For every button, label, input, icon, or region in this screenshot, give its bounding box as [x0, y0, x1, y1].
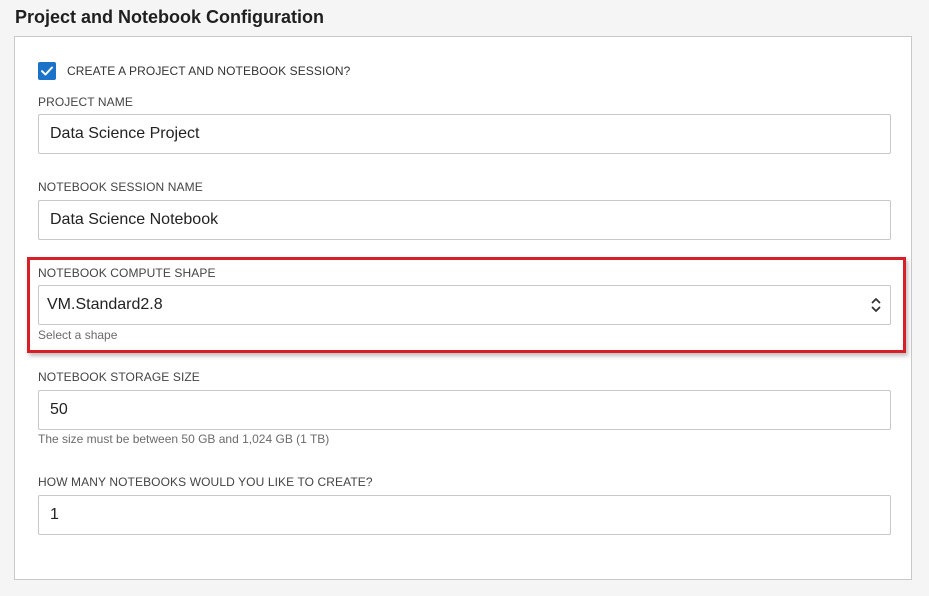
compute-shape-helper: Select a shape: [38, 328, 118, 342]
notebook-session-name-input[interactable]: [38, 200, 891, 240]
storage-size-input[interactable]: [38, 390, 891, 430]
project-name-label: PROJECT NAME: [38, 95, 133, 109]
chevron-up-down-icon: [870, 294, 882, 316]
create-session-checkbox[interactable]: [38, 62, 56, 80]
storage-size-label: NOTEBOOK STORAGE SIZE: [38, 370, 200, 384]
compute-shape-select[interactable]: VM.Standard2.8: [38, 285, 891, 325]
compute-shape-value: VM.Standard2.8: [47, 296, 163, 313]
create-session-label: CREATE A PROJECT AND NOTEBOOK SESSION?: [67, 64, 351, 78]
notebook-count-label: HOW MANY NOTEBOOKS WOULD YOU LIKE TO CRE…: [38, 475, 373, 489]
compute-shape-label: NOTEBOOK COMPUTE SHAPE: [38, 266, 216, 280]
page: Project and Notebook Configuration CREAT…: [0, 0, 929, 596]
project-name-input[interactable]: [38, 114, 891, 154]
notebook-session-name-label: NOTEBOOK SESSION NAME: [38, 180, 203, 194]
create-session-checkbox-row[interactable]: CREATE A PROJECT AND NOTEBOOK SESSION?: [38, 61, 350, 81]
check-icon: [41, 66, 53, 76]
configuration-panel: CREATE A PROJECT AND NOTEBOOK SESSION? P…: [14, 36, 912, 580]
storage-size-helper: The size must be between 50 GB and 1,024…: [38, 432, 330, 446]
notebook-count-input[interactable]: [38, 495, 891, 535]
section-title: Project and Notebook Configuration: [15, 7, 324, 27]
